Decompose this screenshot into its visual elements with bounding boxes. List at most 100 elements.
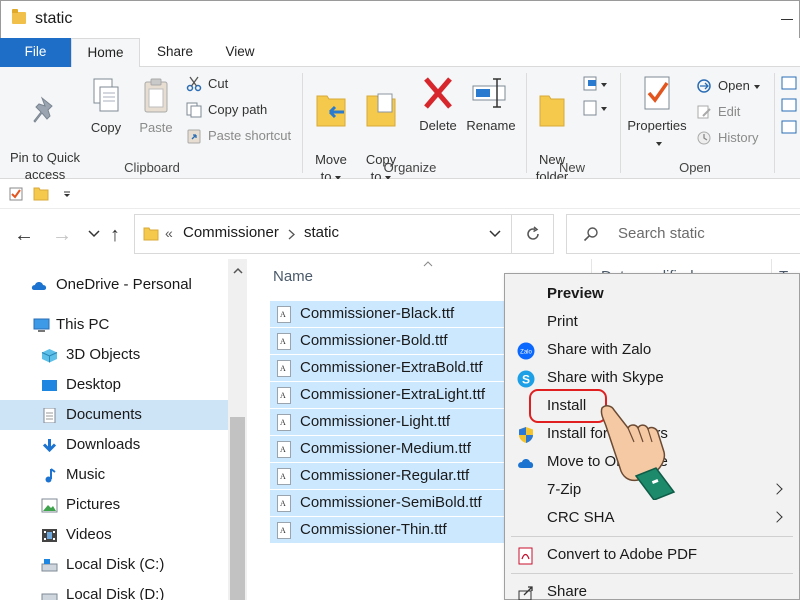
overflow-chevrons[interactable]: « [165, 225, 173, 241]
file-row[interactable]: Commissioner-Black.ttf [270, 301, 504, 327]
easy-access-button[interactable] [582, 99, 610, 117]
search-placeholder: Search static [618, 225, 705, 242]
nav-item-downloads[interactable]: Downloads [0, 430, 228, 460]
folder-icon [12, 9, 26, 24]
nav-item-3d-objects[interactable]: 3D Objects [0, 340, 228, 370]
menu-label: CRC SHA [547, 509, 615, 526]
nav-pane-scrollbar[interactable] [228, 259, 247, 600]
address-dropdown-icon[interactable] [489, 230, 501, 238]
copy-button[interactable]: Copy [86, 77, 126, 136]
select-group-button[interactable] [780, 75, 798, 135]
file-row[interactable]: Commissioner-ExtraBold.ttf [270, 355, 504, 381]
file-row[interactable]: Commissioner-Regular.ttf [270, 463, 504, 489]
refresh-button[interactable] [512, 214, 554, 254]
back-arrow-icon[interactable]: ← [14, 224, 34, 247]
open-label: Open [718, 78, 750, 93]
pin-to-quick-access-button[interactable]: Pin to Quick access [6, 77, 84, 183]
tab-share[interactable]: Share [140, 38, 210, 67]
nav-item-this-pc[interactable]: This PC [0, 310, 228, 340]
file-row[interactable]: Commissioner-ExtraLight.ttf [270, 382, 504, 408]
edit-button[interactable]: Edit [696, 101, 740, 123]
customize-qat-icon[interactable] [62, 189, 72, 199]
nav-label: Documents [66, 406, 142, 423]
nav-item-pictures[interactable]: Pictures [0, 490, 228, 520]
share-icon [518, 586, 533, 600]
group-label-clipboard: Clipboard [124, 160, 180, 175]
tab-file[interactable]: File [0, 38, 71, 67]
menu-item-share-with-skype[interactable]: S Share with Skype [505, 364, 799, 392]
scroll-up-icon[interactable] [233, 267, 243, 274]
submenu-arrow-icon [771, 483, 783, 495]
file-name: Commissioner-Thin.ttf [300, 521, 447, 538]
scrollbar-thumb[interactable] [230, 417, 245, 600]
open-icon [697, 79, 711, 93]
menu-item-share-with-zalo[interactable]: Zalo Share with Zalo [505, 336, 799, 364]
delete-label: Delete [419, 118, 457, 133]
navigation-pane: OneDrive - Personal This PC 3D Objects D… [0, 259, 228, 600]
new-folder-qat-icon[interactable] [33, 186, 49, 201]
nav-item-music[interactable]: Music [0, 460, 228, 490]
pin-icon [33, 96, 53, 123]
music-icon [45, 468, 56, 483]
file-row[interactable]: Commissioner-Medium.ttf [270, 436, 504, 462]
file-name: Commissioner-ExtraBold.ttf [300, 359, 483, 376]
rename-label: Rename [466, 118, 516, 133]
column-header-name[interactable]: Name [273, 268, 313, 285]
copy-path-button[interactable]: Copy path [186, 99, 267, 121]
up-arrow-icon[interactable]: ↑ [110, 224, 120, 247]
skype-icon: S [517, 370, 535, 388]
paste-button[interactable]: Paste [134, 77, 178, 136]
cut-button[interactable]: Cut [186, 73, 228, 95]
menu-item-crc-sha[interactable]: CRC SHA [505, 504, 799, 532]
file-row[interactable]: Commissioner-SemiBold.ttf [270, 490, 504, 516]
nav-item-onedrive[interactable]: OneDrive - Personal [0, 270, 228, 300]
recent-locations-chevron-icon[interactable] [88, 230, 100, 238]
nav-item-local-disk-c[interactable]: Local Disk (C:) [0, 550, 228, 580]
chevron-down-icon [753, 84, 760, 89]
address-bar[interactable]: « Commissioner static [134, 214, 512, 254]
picture-icon [41, 498, 58, 513]
delete-button[interactable]: Delete [416, 73, 460, 134]
file-row[interactable]: Commissioner-Bold.ttf [270, 328, 504, 354]
menu-item-convert-to-adobe-pdf[interactable]: Convert to Adobe PDF [505, 541, 799, 569]
breadcrumb-static[interactable]: static [304, 224, 339, 241]
history-button[interactable]: History [696, 127, 758, 149]
group-separator [774, 73, 775, 173]
adobe-pdf-icon [518, 547, 533, 565]
forward-arrow-icon[interactable]: → [52, 224, 72, 247]
tab-home[interactable]: Home [71, 38, 140, 68]
download-icon [42, 439, 57, 453]
file-row[interactable]: Commissioner-Light.ttf [270, 409, 504, 435]
paste-shortcut-label: Paste shortcut [208, 128, 292, 143]
rename-button[interactable]: Rename [464, 73, 518, 134]
clipboard-icon [144, 78, 168, 113]
copy-label: Copy [90, 120, 122, 135]
font-file-icon [277, 468, 291, 485]
move-to-button[interactable]: Move to [310, 73, 352, 185]
font-file-icon [277, 414, 291, 431]
properties-qat-icon[interactable] [9, 187, 23, 201]
menu-item-share[interactable]: Share [505, 578, 799, 600]
menu-item-preview[interactable]: Preview [505, 280, 799, 308]
file-row[interactable]: Commissioner-Thin.ttf [270, 517, 504, 543]
nav-item-local-disk-d[interactable]: Local Disk (D:) [0, 580, 228, 600]
nav-item-desktop[interactable]: Desktop [0, 370, 228, 400]
search-input[interactable]: Search static [566, 214, 800, 254]
new-item-button[interactable] [582, 75, 610, 93]
open-button[interactable]: Open [696, 75, 760, 97]
menu-item-print[interactable]: Print [505, 308, 799, 336]
edit-label: Edit [718, 104, 741, 119]
breadcrumb-commissioner[interactable]: Commissioner [183, 224, 279, 241]
minimize-button[interactable] [781, 19, 793, 20]
easy-access-icon [583, 100, 607, 116]
group-separator [302, 73, 303, 173]
new-folder-icon [539, 95, 565, 127]
nav-item-documents[interactable]: Documents [0, 400, 228, 430]
paste-shortcut-button[interactable]: Paste shortcut [186, 125, 291, 147]
properties-button[interactable]: Properties [624, 75, 690, 151]
tab-view[interactable]: View [210, 38, 270, 67]
onedrive-icon [518, 459, 534, 468]
breadcrumb-separator-icon[interactable] [288, 229, 295, 240]
nav-label: Videos [66, 526, 112, 543]
nav-item-videos[interactable]: Videos [0, 520, 228, 550]
